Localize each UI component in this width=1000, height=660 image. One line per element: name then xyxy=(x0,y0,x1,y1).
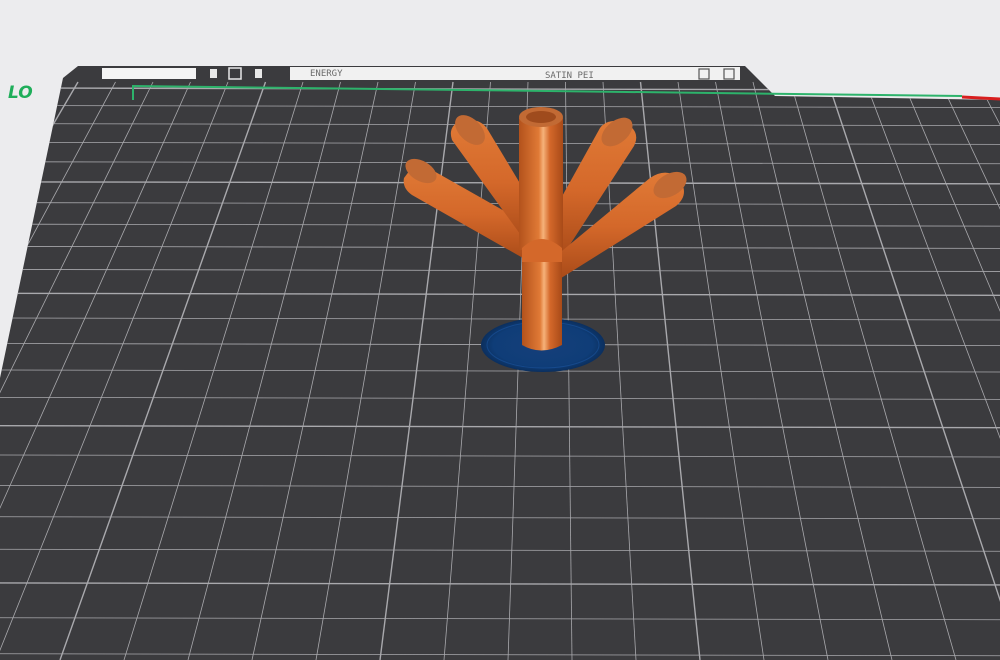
trunk xyxy=(522,239,562,351)
arm-center xyxy=(519,107,563,250)
3d-viewport[interactable]: ENERGY SATIN PEI LO xyxy=(0,0,1000,660)
x-axis-line xyxy=(961,95,1000,101)
viewport-canvas[interactable]: ENERGY SATIN PEI LO xyxy=(0,0,1000,660)
grid-icon xyxy=(255,69,262,78)
bed-logo-text: LO xyxy=(8,83,33,103)
grid-icon xyxy=(210,69,217,78)
bed-label-left: ENERGY xyxy=(310,69,343,79)
bed-strip xyxy=(290,67,740,80)
bed-label-right: SATIN PEI xyxy=(545,71,594,81)
bed-label-box xyxy=(102,68,196,79)
